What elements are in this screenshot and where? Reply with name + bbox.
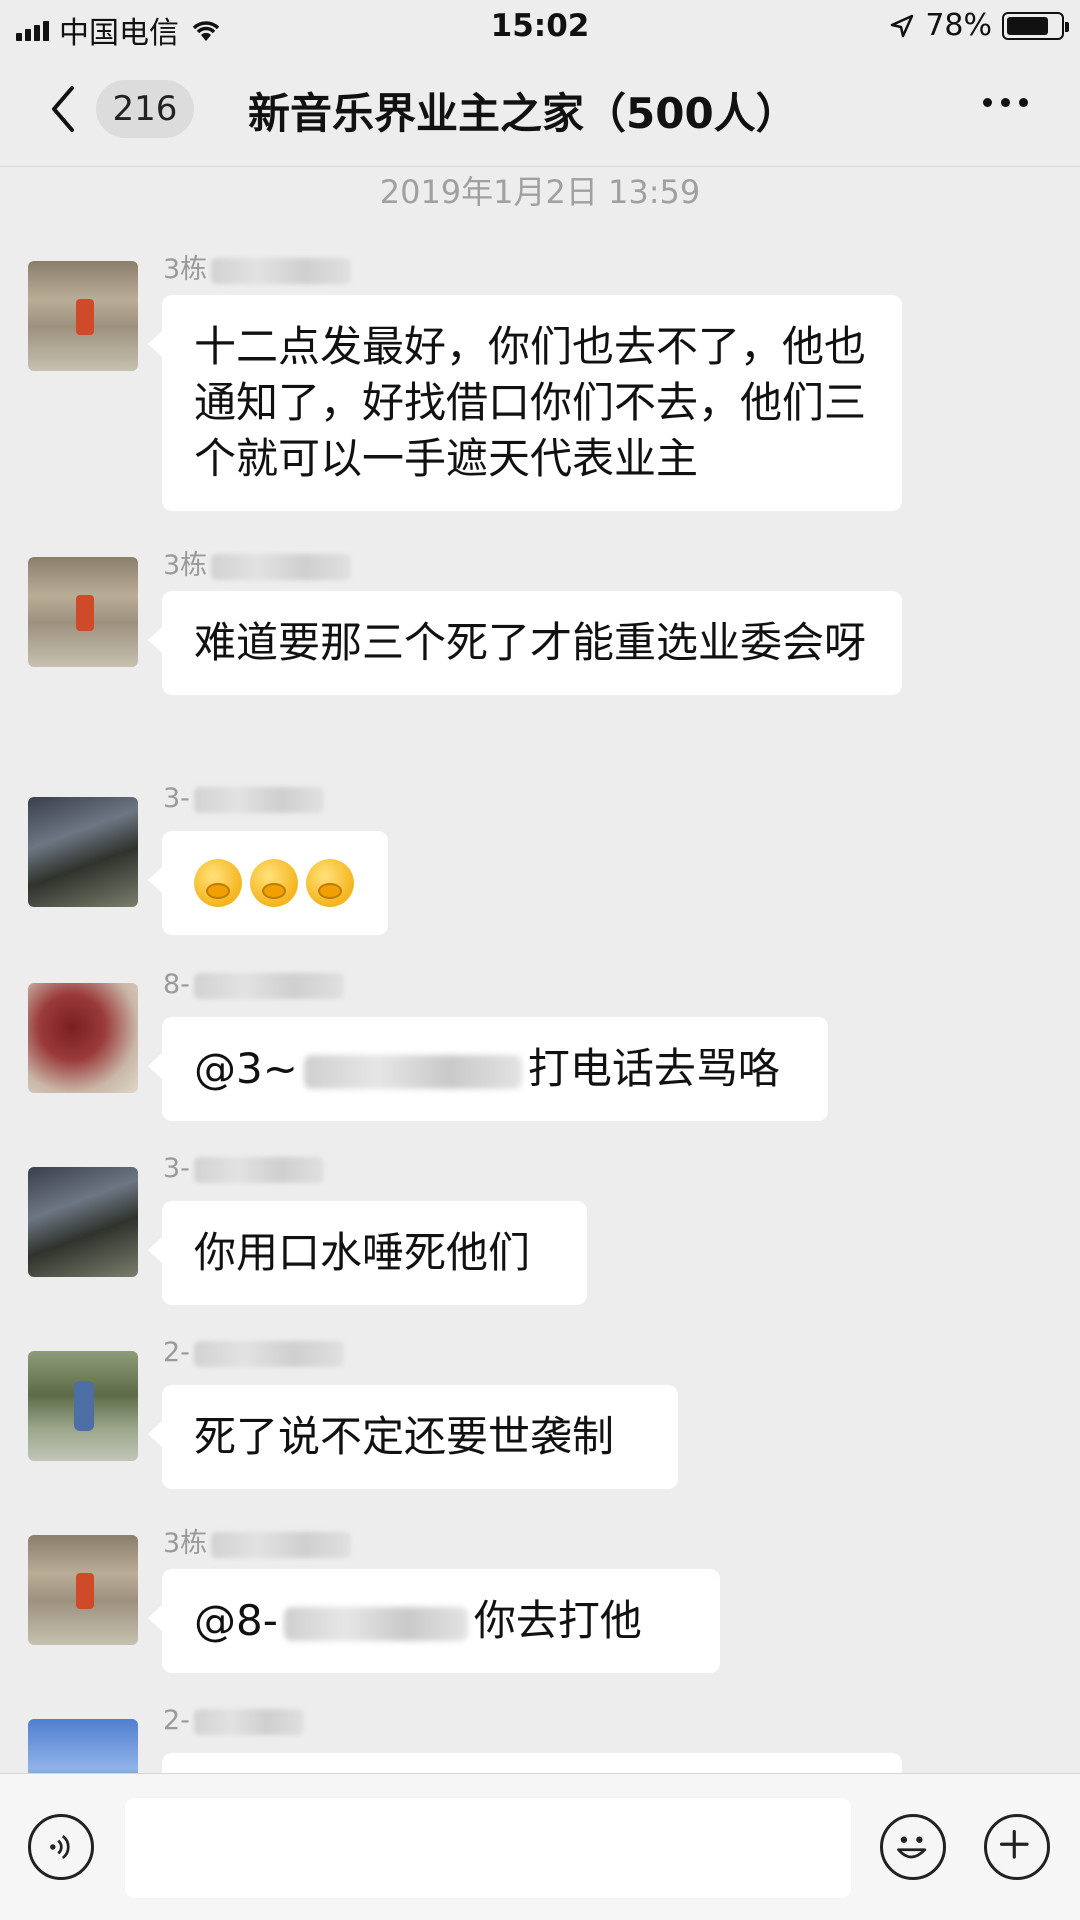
message-bubble[interactable]: 难道要那三个死了才能重选业委会呀 bbox=[148, 591, 902, 695]
emoji-icon[interactable] bbox=[880, 1814, 946, 1880]
redacted-text bbox=[211, 1531, 352, 1558]
battery-cap bbox=[1065, 21, 1069, 32]
message-input[interactable] bbox=[125, 1798, 851, 1898]
avatar[interactable] bbox=[28, 557, 138, 667]
wechat-group-chat-screen: 中国电信 15:02 78% 216 新音乐界业主之家（500人） 2019年1… bbox=[0, 0, 1080, 1920]
avatar[interactable] bbox=[28, 797, 138, 907]
message-bubble[interactable]: 十二点发最好，你们也去不了，他也通知了，好找借口你们不去，他们三个就可以一手遮天… bbox=[148, 295, 902, 511]
input-toolbar bbox=[0, 1773, 1080, 1920]
message-text: 十二点发最好，你们也去不了，他也通知了，好找借口你们不去，他们三个就可以一手遮天… bbox=[194, 322, 867, 483]
location-arrow-icon bbox=[891, 14, 914, 37]
sender-name: 8- bbox=[163, 969, 344, 1000]
redacted-text bbox=[303, 1054, 522, 1089]
hand-over-mouth-emoji-icon bbox=[306, 859, 354, 907]
redacted-text bbox=[193, 1156, 324, 1183]
avatar[interactable] bbox=[28, 983, 138, 1093]
unread-count-badge[interactable]: 216 bbox=[96, 80, 194, 138]
battery-percent: 78% bbox=[925, 8, 992, 43]
message-text: 难道要那三个死了才能重选业委会呀 bbox=[194, 618, 867, 667]
chat-title: 新音乐界业主之家（500人） bbox=[248, 89, 798, 138]
message-list[interactable]: 2019年1月2日 13:59 3栋 十二点发最好，你们也去不了，他也通知了，好… bbox=[0, 167, 1080, 1773]
hand-over-mouth-emoji-icon bbox=[194, 859, 242, 907]
battery-fill bbox=[1007, 16, 1048, 35]
sender-name: 3栋 bbox=[163, 247, 352, 286]
sender-name: 3栋 bbox=[163, 1521, 352, 1560]
more-dots-icon[interactable] bbox=[983, 98, 1028, 107]
battery-icon bbox=[1002, 11, 1069, 40]
voice-icon[interactable] bbox=[28, 1814, 94, 1880]
hand-over-mouth-emoji-icon bbox=[250, 859, 298, 907]
avatar[interactable] bbox=[28, 1535, 138, 1645]
message-timestamp: 2019年1月2日 13:59 bbox=[379, 173, 701, 211]
redacted-text bbox=[211, 553, 352, 580]
avatar[interactable] bbox=[28, 261, 138, 371]
mention-text: @8- bbox=[194, 1596, 278, 1645]
status-bar: 中国电信 15:02 78% bbox=[0, 0, 1080, 52]
message-text: 你去打他 bbox=[473, 1596, 642, 1645]
redacted-text bbox=[193, 1340, 344, 1367]
avatar[interactable] bbox=[28, 1351, 138, 1461]
sender-name: 3- bbox=[163, 1153, 324, 1184]
message-bubble[interactable] bbox=[162, 1753, 902, 1773]
redacted-text bbox=[283, 1606, 468, 1641]
sender-name: 3栋 bbox=[163, 543, 352, 582]
emoji-row bbox=[194, 855, 354, 911]
message-bubble[interactable]: 你用口水唾死他们 bbox=[148, 1201, 587, 1305]
redacted-text bbox=[193, 1708, 304, 1735]
mention-text: @3~ bbox=[194, 1044, 298, 1093]
sender-name: 3- bbox=[163, 783, 324, 814]
avatar[interactable] bbox=[28, 1167, 138, 1277]
plus-icon[interactable] bbox=[984, 1814, 1050, 1880]
message-bubble[interactable]: 死了说不定还要世袭制 bbox=[148, 1385, 678, 1489]
message-bubble[interactable] bbox=[148, 831, 388, 935]
message-text: 打电话去骂咯 bbox=[527, 1044, 780, 1093]
chat-header: 216 新音乐界业主之家（500人） bbox=[0, 52, 1080, 167]
message-text: 你用口水唾死他们 bbox=[194, 1228, 531, 1277]
message-text: 死了说不定还要世袭制 bbox=[194, 1412, 615, 1461]
message-bubble[interactable]: @8- 你去打他 bbox=[148, 1569, 720, 1673]
avatar[interactable] bbox=[28, 1719, 138, 1773]
sender-name: 2- bbox=[163, 1337, 344, 1368]
sender-name: 2- bbox=[163, 1705, 304, 1736]
redacted-text bbox=[193, 972, 344, 999]
message-bubble[interactable]: @3~ 打电话去骂咯 bbox=[148, 1017, 828, 1121]
status-right: 78% bbox=[889, 8, 1069, 43]
redacted-text bbox=[193, 786, 324, 813]
chevron-left-icon[interactable] bbox=[44, 82, 84, 136]
redacted-text bbox=[211, 257, 352, 284]
